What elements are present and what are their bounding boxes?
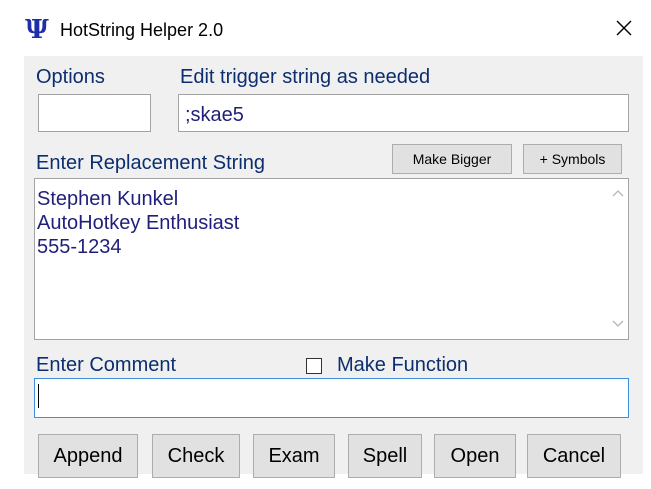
comment-label: Enter Comment	[36, 354, 177, 376]
window-title: HotString Helper 2.0	[60, 20, 224, 40]
chevron-up-icon[interactable]	[611, 187, 625, 201]
options-input[interactable]	[38, 94, 151, 132]
make-function-label[interactable]: Make Function	[337, 355, 468, 375]
open-button[interactable]: Open	[434, 434, 516, 478]
make-bigger-button[interactable]: Make Bigger	[392, 144, 512, 174]
title-bar[interactable]: Ψ HotString Helper 2.0	[0, 0, 651, 56]
replacement-scrollbar[interactable]	[609, 180, 627, 338]
chevron-down-icon[interactable]	[611, 316, 625, 330]
trigger-label: Edit trigger string as needed	[180, 66, 431, 88]
replacement-textarea[interactable]: Stephen Kunkel AutoHotkey Enthusiast 555…	[34, 178, 629, 340]
symbols-button[interactable]: + Symbols	[523, 144, 622, 174]
replacement-line: AutoHotkey Enthusiast	[37, 212, 240, 234]
close-button[interactable]	[611, 15, 637, 41]
hotstring-helper-window: Ψ HotString Helper 2.0 Options Edit trig…	[0, 0, 651, 489]
exam-button[interactable]: Exam	[253, 434, 335, 478]
check-button[interactable]: Check	[152, 434, 240, 478]
dialog-body: Options Edit trigger string as needed ;s…	[24, 56, 643, 478]
psi-icon: Ψ	[25, 15, 49, 45]
spell-button[interactable]: Spell	[348, 434, 422, 478]
text-caret	[38, 384, 39, 408]
replacement-line: 555-1234	[37, 236, 122, 258]
cancel-button[interactable]: Cancel	[527, 434, 621, 478]
options-label: Options	[36, 66, 105, 88]
trigger-input[interactable]: ;skae5	[178, 94, 629, 132]
replacement-label: Enter Replacement String	[36, 152, 266, 174]
close-icon	[616, 20, 632, 36]
comment-input[interactable]	[34, 378, 629, 418]
trigger-value: ;skae5	[185, 104, 244, 126]
replacement-text: Stephen Kunkel AutoHotkey Enthusiast 555…	[37, 187, 239, 259]
make-function-checkbox[interactable]	[306, 358, 322, 374]
append-button[interactable]: Append	[38, 434, 138, 478]
replacement-line: Stephen Kunkel	[37, 188, 179, 210]
